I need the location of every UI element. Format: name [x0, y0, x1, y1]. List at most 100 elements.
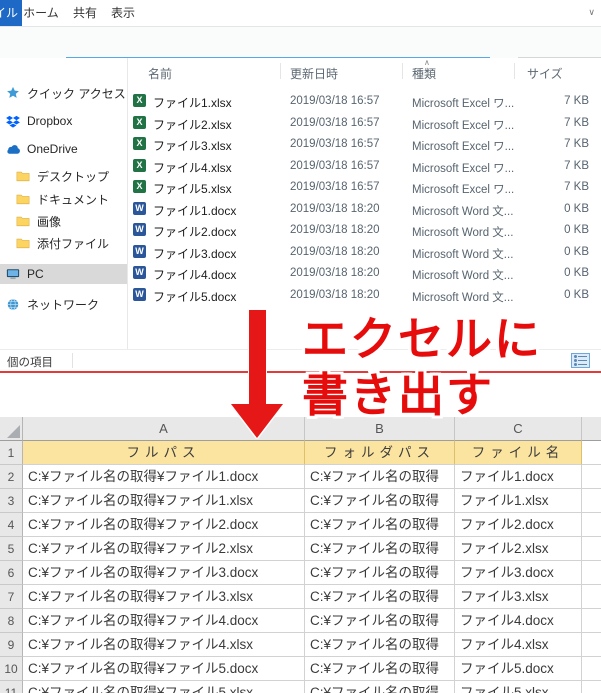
select-all-corner[interactable]	[0, 417, 23, 441]
sidebar-item[interactable]: OneDrive	[0, 139, 127, 159]
spreadsheet-cell[interactable]: ファイル2.xlsx	[455, 537, 582, 561]
row-header[interactable]: 1	[0, 441, 23, 465]
row-header[interactable]: 9	[0, 633, 23, 657]
spreadsheet-cell[interactable]: ファイル5.xlsx	[455, 681, 582, 693]
sidebar-item-label: デスクトップ	[37, 169, 110, 184]
spreadsheet-cell[interactable]: C:¥ファイル名の取得¥ファイル1.xlsx	[23, 489, 305, 513]
sidebar-item[interactable]: ネットワーク	[0, 294, 127, 314]
sidebar-item[interactable]: PC	[0, 264, 127, 284]
row-header[interactable]: 8	[0, 609, 23, 633]
empty-cell[interactable]	[582, 489, 601, 513]
spreadsheet-cell[interactable]: C:¥ファイル名の取得	[305, 465, 455, 489]
column-header-size[interactable]: サイズ	[527, 65, 563, 82]
empty-cell[interactable]	[582, 633, 601, 657]
spreadsheet-cell[interactable]: フォルダパス	[305, 441, 455, 465]
file-row[interactable]: W ファイル4.docx 2019/03/18 18:20 Microsoft Wor…	[128, 262, 601, 284]
row-header[interactable]: 2	[0, 465, 23, 489]
spreadsheet-cell[interactable]: C:¥ファイル名の取得¥ファイル2.xlsx	[23, 537, 305, 561]
spreadsheet-cell[interactable]: ファイル4.docx	[455, 609, 582, 633]
spreadsheet-cell[interactable]: ファイル5.docx	[455, 657, 582, 681]
spreadsheet-cell[interactable]: ファイル名	[455, 441, 582, 465]
empty-cell[interactable]	[582, 561, 601, 585]
file-row[interactable]: X ファイル2.xlsx 2019/03/18 16:57 Microsoft Exc…	[128, 112, 601, 134]
file-modified: 2019/03/18 16:57	[290, 159, 380, 172]
spreadsheet-cell[interactable]: ファイル3.xlsx	[455, 585, 582, 609]
file-row[interactable]: W ファイル5.docx 2019/03/18 18:20 Microsoft Wor…	[128, 284, 601, 306]
sidebar-item[interactable]: Dropbox	[0, 111, 127, 131]
file-type: Microsoft Excel ワ...	[412, 98, 515, 110]
row-header[interactable]: 4	[0, 513, 23, 537]
file-size: 7 KB	[564, 95, 589, 107]
spreadsheet-cell[interactable]: C:¥ファイル名の取得¥ファイル5.docx	[23, 657, 305, 681]
spreadsheet-cell[interactable]: C:¥ファイル名の取得	[305, 537, 455, 561]
spreadsheet-cell[interactable]: C:¥ファイル名の取得	[305, 681, 455, 693]
file-row[interactable]: W ファイル1.docx 2019/03/18 18:20 Microsoft Wor…	[128, 198, 601, 220]
row-header[interactable]: 7	[0, 585, 23, 609]
file-row[interactable]: X ファイル3.xlsx 2019/03/18 16:57 Microsoft Exc…	[128, 133, 601, 155]
empty-cell[interactable]	[582, 513, 601, 537]
column-header-modified[interactable]: 更新日時	[290, 65, 338, 82]
empty-cell[interactable]	[582, 585, 601, 609]
column-divider[interactable]	[514, 63, 515, 79]
empty-cell[interactable]	[582, 681, 601, 693]
sidebar-item[interactable]: ドキュメント	[0, 189, 127, 209]
ribbon-tab[interactable]: ホーム	[18, 0, 64, 26]
spreadsheet-cell[interactable]: フルパス	[23, 441, 305, 465]
folder-icon	[15, 237, 31, 249]
spreadsheet-cell[interactable]: C:¥ファイル名の取得	[305, 585, 455, 609]
row-header[interactable]: 10	[0, 657, 23, 681]
empty-cell[interactable]	[582, 441, 601, 465]
spreadsheet-cell[interactable]: C:¥ファイル名の取得	[305, 657, 455, 681]
spreadsheet-cell[interactable]: C:¥ファイル名の取得	[305, 489, 455, 513]
spreadsheet-cell[interactable]: C:¥ファイル名の取得¥ファイル3.docx	[23, 561, 305, 585]
row-header[interactable]: 6	[0, 561, 23, 585]
empty-cell[interactable]	[582, 657, 601, 681]
column-divider[interactable]	[280, 63, 281, 79]
spreadsheet-cell[interactable]: C:¥ファイル名の取得¥ファイル4.docx	[23, 609, 305, 633]
spreadsheet-cell[interactable]: ファイル1.xlsx	[455, 489, 582, 513]
row-header[interactable]: 3	[0, 489, 23, 513]
file-size: 7 KB	[564, 116, 589, 129]
file-row[interactable]: X ファイル5.xlsx 2019/03/18 16:57 Microsoft Exc…	[128, 176, 601, 198]
annotation-line-1: エクセルに	[302, 313, 542, 365]
cloud-icon	[5, 144, 21, 154]
file-row[interactable]: X ファイル1.xlsx 2019/03/18 16:57 Microsoft Exc…	[128, 90, 601, 112]
spreadsheet-cell[interactable]: C:¥ファイル名の取得¥ファイル2.docx	[23, 513, 305, 537]
row-header[interactable]: 5	[0, 537, 23, 561]
column-divider[interactable]	[402, 63, 403, 79]
spreadsheet-cell[interactable]: ファイル1.docx	[455, 465, 582, 489]
file-type: Microsoft Excel ワ...	[412, 119, 515, 132]
empty-cell[interactable]	[582, 537, 601, 561]
spreadsheet-cell[interactable]: C:¥ファイル名の取得	[305, 633, 455, 657]
sidebar-item[interactable]: クイック アクセス	[0, 83, 127, 103]
sidebar-item[interactable]: 添付ファイル	[0, 233, 127, 253]
spreadsheet-cell[interactable]: C:¥ファイル名の取得¥ファイル5.xlsx	[23, 681, 305, 693]
sidebar-item[interactable]: 画像	[0, 211, 127, 231]
spreadsheet-cell[interactable]: ファイル4.xlsx	[455, 633, 582, 657]
sidebar-item[interactable]: デスクトップ	[0, 166, 127, 186]
empty-cell[interactable]	[582, 609, 601, 633]
file-row[interactable]: W ファイル2.docx 2019/03/18 18:20 Microsoft Wor…	[128, 219, 601, 241]
row-header[interactable]: 11	[0, 681, 23, 693]
spreadsheet-cell[interactable]: ファイル3.docx	[455, 561, 582, 585]
spreadsheet-cell[interactable]: C:¥ファイル名の取得	[305, 561, 455, 585]
word-file-icon: W	[133, 201, 146, 215]
spreadsheet-cell[interactable]: C:¥ファイル名の取得¥ファイル1.docx	[23, 465, 305, 489]
spreadsheet-cell[interactable]: C:¥ファイル名の取得	[305, 609, 455, 633]
word-file-icon: W	[133, 223, 146, 236]
spreadsheet-cell[interactable]: C:¥ファイル名の取得	[305, 513, 455, 537]
column-header-type[interactable]: 種類	[412, 65, 436, 82]
ribbon-tab[interactable]: 共有	[66, 0, 104, 26]
file-row[interactable]: X ファイル4.xlsx 2019/03/18 16:57 Microsoft Exc…	[128, 155, 601, 177]
empty-cell[interactable]	[582, 465, 601, 489]
file-modified: 2019/03/18 18:20	[290, 224, 380, 236]
file-row[interactable]: W ファイル3.docx 2019/03/18 18:20 Microsoft Wor…	[128, 241, 601, 263]
spreadsheet-cell[interactable]: C:¥ファイル名の取得¥ファイル4.xlsx	[23, 633, 305, 657]
spreadsheet-cell[interactable]: ファイル2.docx	[455, 513, 582, 537]
ribbon-tab[interactable]: 表示	[104, 0, 142, 26]
status-divider	[72, 353, 73, 368]
ribbon-collapse-chevron-icon[interactable]: ∨	[588, 7, 595, 18]
spreadsheet-cell[interactable]: C:¥ファイル名の取得¥ファイル3.xlsx	[23, 585, 305, 609]
column-header-name[interactable]: 名前	[148, 65, 172, 82]
details-view-toggle-button[interactable]	[571, 353, 590, 368]
